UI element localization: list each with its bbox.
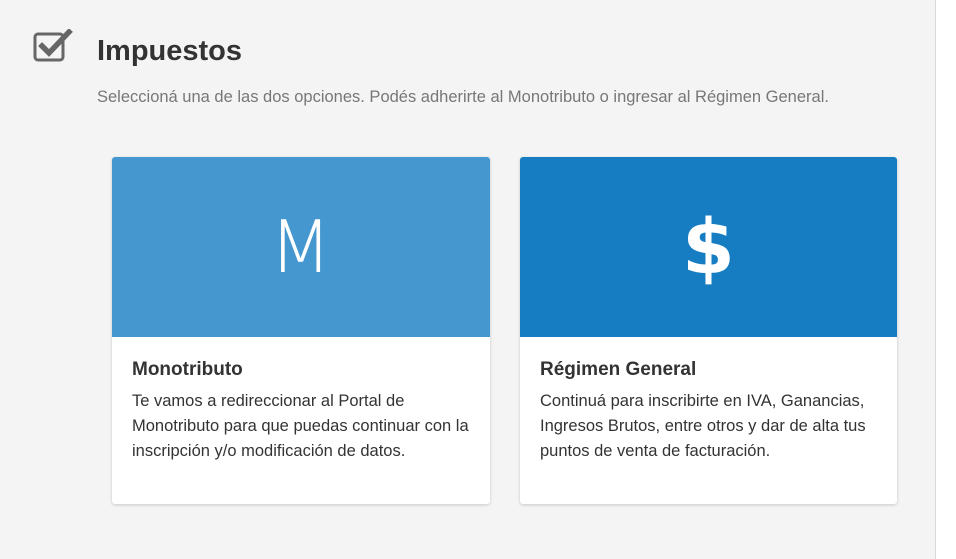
monotributo-description: Te vamos a redireccionar al Portal de Mo… xyxy=(132,392,469,460)
monotributo-banner-letter: M xyxy=(269,205,333,289)
dollar-icon: $ xyxy=(682,202,735,291)
monotributo-card-body: Monotributo Te vamos a redireccionar al … xyxy=(112,337,490,464)
regimen-general-banner: $ xyxy=(520,157,897,337)
monotributo-banner: M xyxy=(112,157,490,337)
page-title: Impuestos xyxy=(97,35,243,67)
regimen-general-description: Continuá para inscribirte en IVA, Gananc… xyxy=(540,392,866,460)
monotributo-card[interactable]: M Monotributo Te vamos a redireccionar a… xyxy=(112,157,490,504)
monotributo-title: Monotributo xyxy=(132,359,243,380)
scrollbar-track[interactable] xyxy=(935,0,956,559)
page: Impuestos Seleccioná una de las dos opci… xyxy=(0,0,956,559)
regimen-general-card-body: Régimen General Continuá para inscribirt… xyxy=(520,337,897,464)
page-subtitle: Seleccioná una de las dos opciones. Podé… xyxy=(97,88,829,106)
checkbox-checked-icon xyxy=(33,28,73,63)
regimen-general-title: Régimen General xyxy=(540,359,697,380)
regimen-general-card[interactable]: $ Régimen General Continuá para inscribi… xyxy=(520,157,897,504)
